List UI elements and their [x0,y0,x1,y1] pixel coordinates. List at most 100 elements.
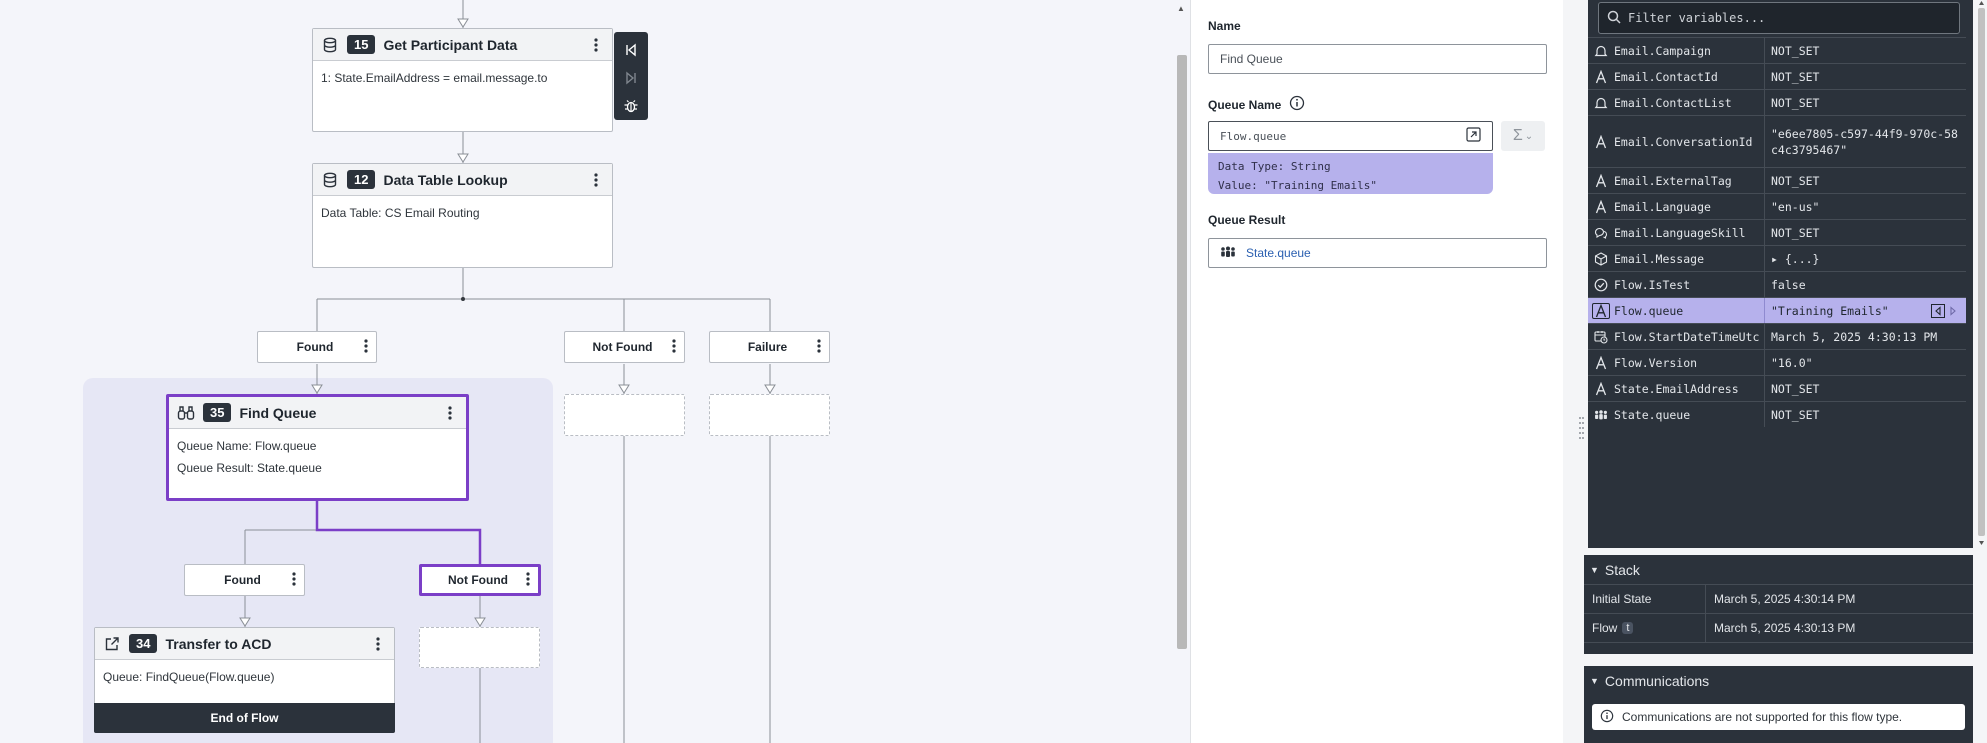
stack-title: Stack [1604,561,1640,578]
variable-value: NOT_SET [1771,407,1820,422]
variable-row[interactable]: Flow.StartDateTimeUtc March 5, 2025 4:30:… [1588,323,1966,349]
variable-row[interactable]: Flow.Version "16.0" [1588,349,1966,375]
more-menu-icon[interactable] [526,571,530,589]
more-menu-icon[interactable] [370,634,386,654]
expand-icon[interactable] [1466,127,1481,145]
queue-result-label: Queue Result [1208,213,1286,227]
variable-row[interactable]: State.queue NOT_SET [1588,401,1966,427]
variable-value: "16.0" [1771,355,1813,370]
more-menu-icon[interactable] [817,338,821,356]
step-back-icon[interactable] [1931,298,1966,323]
variable-name: Flow.queue [1614,298,1765,323]
search-icon [1607,10,1621,27]
variable-row[interactable]: Email.Message ▸ {...} [1588,245,1966,271]
scrollbar-thumb[interactable] [1177,55,1187,649]
more-menu-icon[interactable] [588,35,604,55]
queue-name-value: Flow.queue [1220,129,1287,143]
text-icon [1588,376,1614,401]
variable-name: Email.LanguageSkill [1614,220,1765,245]
variable-value: NOT_SET [1771,225,1820,240]
text-icon [1588,116,1614,167]
calendar-clock-icon [1588,324,1614,349]
communications-section: ▼ Communications Communications are not … [1584,666,1973,743]
caret-down-icon: ▼ [1590,564,1599,575]
variable-row[interactable]: Email.Campaign NOT_SET [1588,37,1966,63]
communications-notice-text: Communications are not supported for thi… [1622,710,1903,724]
branch-found[interactable]: Found [257,331,377,363]
branch-label: Not Found [592,340,653,354]
more-menu-icon[interactable] [364,338,368,356]
queue-result-input[interactable]: State.queue [1208,238,1547,268]
variable-value: NOT_SET [1771,381,1820,396]
stack-key: Initial State [1592,592,1652,606]
variable-row[interactable]: State.EmailAddress NOT_SET [1588,375,1966,401]
empty-drop-zone[interactable] [419,627,540,668]
empty-drop-zone[interactable] [709,394,830,436]
scroll-up-icon[interactable]: ▲ [1177,4,1185,13]
database-icon [321,171,339,189]
communications-header[interactable]: ▼ Communications [1584,666,1973,696]
canvas-scrollbar[interactable]: ▲ [1174,0,1190,743]
more-menu-icon[interactable] [292,571,296,589]
queue-name-input[interactable]: Flow.queue [1208,121,1493,151]
variable-row[interactable]: Email.ContactList NOT_SET [1588,89,1966,115]
variable-row[interactable]: Email.ConversationId "e6ee7805-c597-44f9-… [1588,115,1966,167]
variable-name: Flow.StartDateTimeUtc [1614,324,1765,349]
resize-grip-icon[interactable] [1775,661,1805,674]
get-participant-data-card[interactable]: 15 Get Participant Data 1: State.EmailAd… [312,28,613,132]
variable-row[interactable]: Email.Language "en-us" [1588,193,1966,219]
panel-resize-handle[interactable] [1577,0,1584,743]
external-link-icon [103,635,121,653]
text-icon [1588,64,1614,89]
branch-not-found[interactable]: Not Found [564,331,685,363]
bell-icon [1588,90,1614,115]
variable-value: "e6ee7805-c597-44f9-970c-58c4c3795467" [1771,126,1958,157]
inner-branch-not-found[interactable]: Not Found [419,564,541,596]
variable-row[interactable]: Email.ContactId NOT_SET [1588,63,1966,89]
find-queue-card[interactable]: 35 Find Queue Queue Name: Flow.queue Que… [166,394,469,501]
branch-failure[interactable]: Failure [709,331,830,363]
variable-name: State.queue [1614,402,1765,427]
expression-toggle-button[interactable]: Σ ⌄ [1501,121,1545,151]
text-icon [1588,350,1614,375]
info-icon[interactable] [1289,95,1305,114]
stack-header[interactable]: ▼ Stack [1584,555,1973,585]
flow-canvas[interactable]: 15 Get Participant Data 1: State.EmailAd… [0,0,1190,743]
variable-value: "en-us" [1771,199,1820,214]
more-menu-icon[interactable] [588,170,604,190]
variable-name: Email.ConversationId [1614,116,1765,167]
variable-row[interactable]: Flow.IsTest false [1588,271,1966,297]
branch-label: Found [224,573,261,587]
variable-name: Email.Campaign [1614,38,1765,63]
inner-branch-found[interactable]: Found [184,564,305,596]
filter-variables-input[interactable]: Filter variables... [1598,2,1960,34]
debug-toolbar [614,32,648,120]
variable-row[interactable]: Flow.queue "Training Emails" [1588,297,1966,323]
stack-row[interactable]: Initial State March 5, 2025 4:30:14 PM [1584,585,1973,614]
tooltip-value: Value: "Training Emails" [1218,179,1377,192]
name-input[interactable]: Find Queue [1208,44,1547,74]
stack-row[interactable]: Flow t March 5, 2025 4:30:13 PM [1584,614,1973,643]
empty-drop-zone[interactable] [564,394,685,436]
variables-scrollbar[interactable] [1976,0,1987,548]
data-table-lookup-card[interactable]: 12 Data Table Lookup Data Table: CS Emai… [312,163,613,268]
block-title: Find Queue [239,404,317,421]
binoculars-icon [177,404,195,422]
variable-name: Email.Language [1614,194,1765,219]
block-detail: Queue Name: Flow.queue [177,439,317,453]
more-menu-icon[interactable] [442,403,458,423]
variable-row[interactable]: Email.ExternalTag NOT_SET [1588,167,1966,193]
bell-icon [1588,38,1614,63]
bug-icon[interactable] [617,92,645,120]
stack-section: ▼ Stack Initial State March 5, 2025 4:30:… [1584,555,1973,654]
queue-name-label-row: Queue Name [1208,95,1305,114]
more-menu-icon[interactable] [672,338,676,356]
variable-name: State.EmailAddress [1614,376,1765,401]
queue-name-label: Queue Name [1208,97,1282,112]
info-icon [1600,709,1614,726]
step-forward-icon[interactable] [617,64,645,92]
step-back-icon[interactable] [617,36,645,64]
filter-placeholder: Filter variables... [1628,11,1766,25]
stack-table: Initial State March 5, 2025 4:30:14 PM Flo… [1584,585,1973,643]
variable-row[interactable]: Email.LanguageSkill NOT_SET [1588,219,1966,245]
